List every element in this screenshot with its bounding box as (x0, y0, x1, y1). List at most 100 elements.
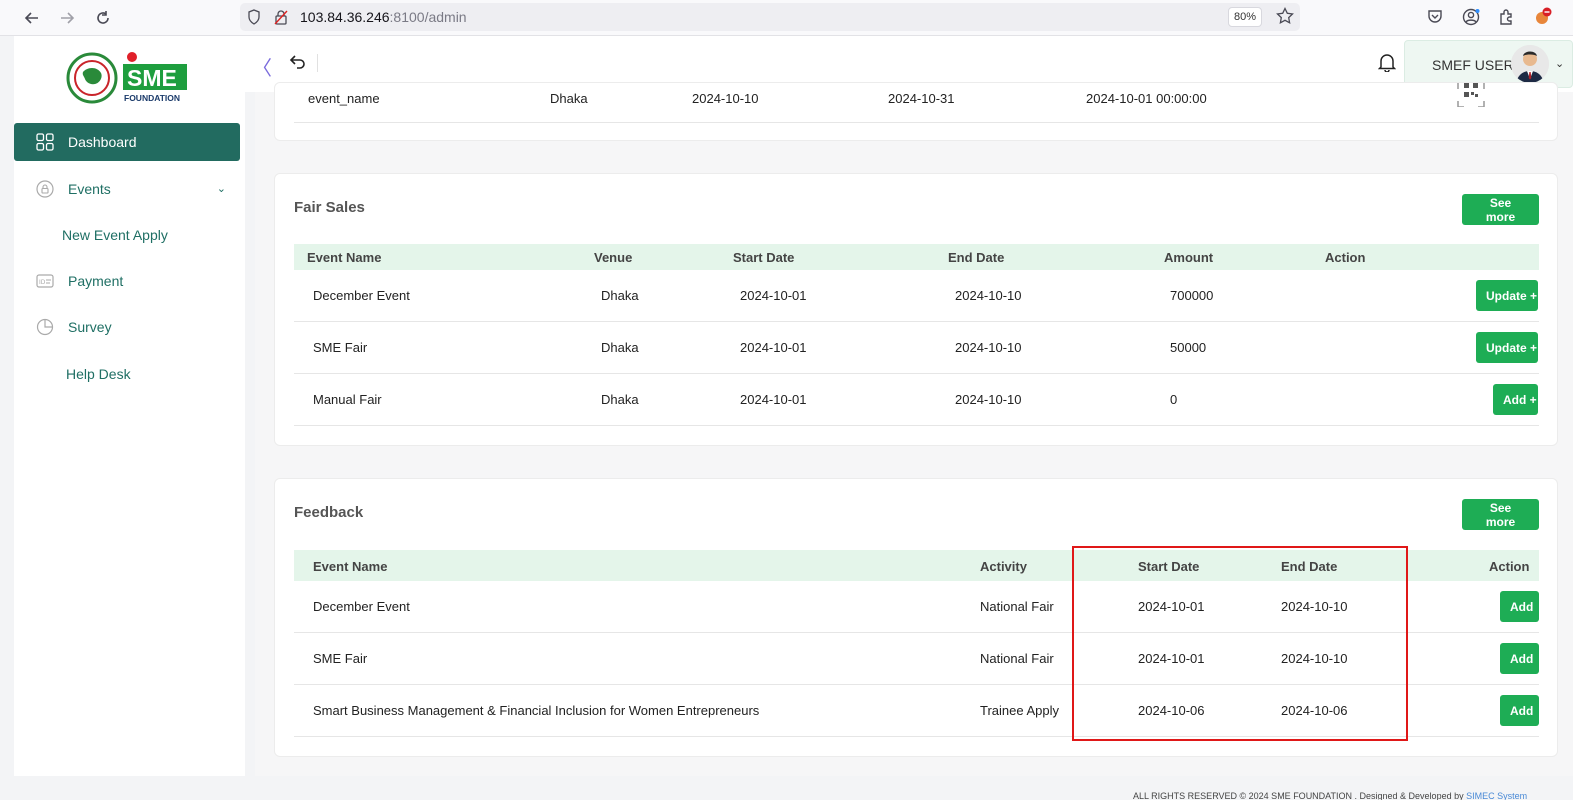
end-date-cell: 2024-10-10 (955, 392, 1022, 407)
start-date-cell: 2024-10-01 (740, 340, 807, 355)
sidebar-item-label: Dashboard (68, 134, 137, 150)
event-name-cell: SME Fair (313, 340, 368, 355)
add-button[interactable]: Add (1500, 643, 1539, 674)
activity-cell: National Fair (980, 651, 1054, 666)
table-row: SME Fair Dhaka 2024-10-01 2024-10-10 500… (294, 322, 1539, 374)
extensions-puzzle-icon[interactable] (1496, 6, 1518, 28)
add-button[interactable]: Add (1500, 695, 1539, 726)
svg-text:FOUNDATION: FOUNDATION (124, 93, 180, 103)
end-date-cell: 2024-10-10 (955, 340, 1022, 355)
activity-cell: Trainee Apply (980, 703, 1060, 718)
developer-link[interactable]: SIMEC System (1466, 791, 1527, 800)
chevron-down-icon[interactable]: ⌄ (217, 182, 226, 195)
lock-icon (34, 178, 56, 200)
copyright-text: ALL RIGHTS RESERVED © 2024 SME FOUNDATIO… (1133, 791, 1464, 800)
zoom-level-badge[interactable]: 80% (1228, 7, 1262, 27)
event-name-cell: SME Fair (313, 651, 368, 666)
column-header: Start Date (733, 250, 795, 265)
update-button[interactable]: Update + (1476, 332, 1538, 363)
sidebar-item-new-event-apply[interactable]: New Event Apply (14, 216, 240, 254)
start-date-cell: 2024-10-01 (740, 392, 807, 407)
browser-toolbar: 103.84.36.246:8100/admin 80% (0, 0, 1573, 36)
sidebar-item-label: New Event Apply (62, 227, 168, 243)
table-row: Manual Fair Dhaka 2024-10-01 2024-10-10 … (294, 374, 1539, 426)
id-card-icon: ID (34, 270, 56, 292)
sidebar-item-payment[interactable]: ID Payment (14, 262, 240, 300)
card-title: Feedback (294, 504, 364, 521)
created-at-cell: 2024-10-01 00:00:00 (1086, 91, 1207, 106)
sidebar-item-events[interactable]: Events ⌄ (14, 170, 240, 208)
notification-bell-icon[interactable] (1377, 52, 1398, 74)
column-header: Venue (594, 250, 633, 265)
reload-icon[interactable] (91, 6, 115, 30)
footer: ALL RIGHTS RESERVED © 2024 SME FOUNDATIO… (255, 776, 1573, 800)
events-card: event_name Dhaka 2024-10-10 2024-10-31 2… (274, 82, 1558, 141)
forward-arrow-icon[interactable] (55, 6, 79, 30)
account-icon[interactable] (1460, 6, 1482, 28)
user-name: SMEF USER (1432, 57, 1514, 73)
add-button[interactable]: Add + (1493, 384, 1538, 415)
column-header: Action (1489, 559, 1530, 574)
event-name-cell: December Event (313, 599, 410, 614)
see-more-button[interactable]: See more (1462, 499, 1539, 530)
event-name-cell: event_name (308, 91, 380, 106)
divider (317, 54, 318, 72)
bookmark-star-icon[interactable] (1276, 6, 1294, 30)
user-menu[interactable]: SMEF USER ⌄ (1404, 40, 1573, 88)
sidebar-item-help-desk[interactable]: Help Desk (14, 355, 240, 393)
column-header: Event Name (307, 250, 382, 265)
column-header: Event Name (313, 559, 388, 574)
sidebar-item-label: Help Desk (66, 366, 131, 382)
amount-cell: 0 (1170, 392, 1178, 407)
add-button[interactable]: Add (1500, 591, 1539, 622)
table-header: Event Name Venue Start Date End Date Amo… (294, 244, 1539, 270)
update-button[interactable]: Update + (1476, 280, 1538, 311)
sidebar-item-survey[interactable]: Survey (14, 308, 240, 346)
column-header: Amount (1164, 250, 1214, 265)
start-date-cell: 2024-10-10 (692, 91, 759, 106)
fair-sales-card: Fair Sales See more Event Name Venue Sta… (274, 173, 1558, 446)
end-date-cell: 2024-10-10 (955, 288, 1022, 303)
event-name-cell: December Event (313, 288, 410, 303)
shield-icon[interactable] (247, 9, 261, 30)
sidebar: SME FOUNDATION Dashboard Events ⌄ New Ev… (14, 36, 245, 776)
sidebar-item-label: Payment (68, 273, 124, 289)
grid-icon (34, 131, 56, 153)
insecure-lock-icon[interactable] (274, 9, 288, 30)
table-row: event_name Dhaka 2024-10-10 2024-10-31 2… (294, 83, 1539, 123)
sidebar-item-label: Events (68, 181, 111, 197)
pocket-icon[interactable] (1424, 6, 1446, 28)
event-name-cell: Smart Business Management & Financial In… (313, 703, 760, 718)
end-date-cell: 2024-10-31 (888, 91, 955, 106)
venue-cell: Dhaka (601, 288, 639, 303)
sme-foundation-logo[interactable]: SME FOUNDATION (66, 50, 191, 106)
address-bar[interactable]: 103.84.36.246:8100/admin 80% (240, 3, 1300, 31)
table-row: December Event Dhaka 2024-10-01 2024-10-… (294, 270, 1539, 322)
svg-text:ID: ID (39, 279, 46, 286)
see-more-button[interactable]: See more (1462, 194, 1539, 225)
pie-chart-icon (34, 316, 56, 338)
back-arrow-icon[interactable] (20, 6, 44, 30)
event-name-cell: Manual Fair (313, 392, 382, 407)
sidebar-item-dashboard[interactable]: Dashboard (14, 123, 240, 161)
venue-cell: Dhaka (601, 340, 639, 355)
sidebar-item-label: Survey (68, 319, 112, 335)
undo-icon[interactable] (289, 52, 309, 72)
venue-cell: Dhaka (550, 91, 588, 106)
column-header: Activity (980, 559, 1027, 574)
extension-badge-icon[interactable] (1532, 6, 1554, 28)
venue-cell: Dhaka (601, 392, 639, 407)
amount-cell: 700000 (1170, 288, 1214, 303)
avatar (1511, 45, 1549, 83)
date-columns-highlight (1072, 546, 1408, 741)
amount-cell: 50000 (1170, 340, 1207, 355)
url-host: 103.84.36.246 (300, 9, 390, 25)
footer-text: ALL RIGHTS RESERVED © 2024 SME FOUNDATIO… (1133, 791, 1527, 800)
sidebar-collapse-icon[interactable]: 〈 (252, 52, 272, 81)
qr-code-icon[interactable] (1457, 83, 1485, 112)
activity-cell: National Fair (980, 599, 1054, 614)
svg-text:SME: SME (127, 65, 177, 91)
start-date-cell: 2024-10-01 (740, 288, 807, 303)
chevron-down-icon[interactable]: ⌄ (1555, 57, 1564, 70)
card-title: Fair Sales (294, 199, 365, 216)
